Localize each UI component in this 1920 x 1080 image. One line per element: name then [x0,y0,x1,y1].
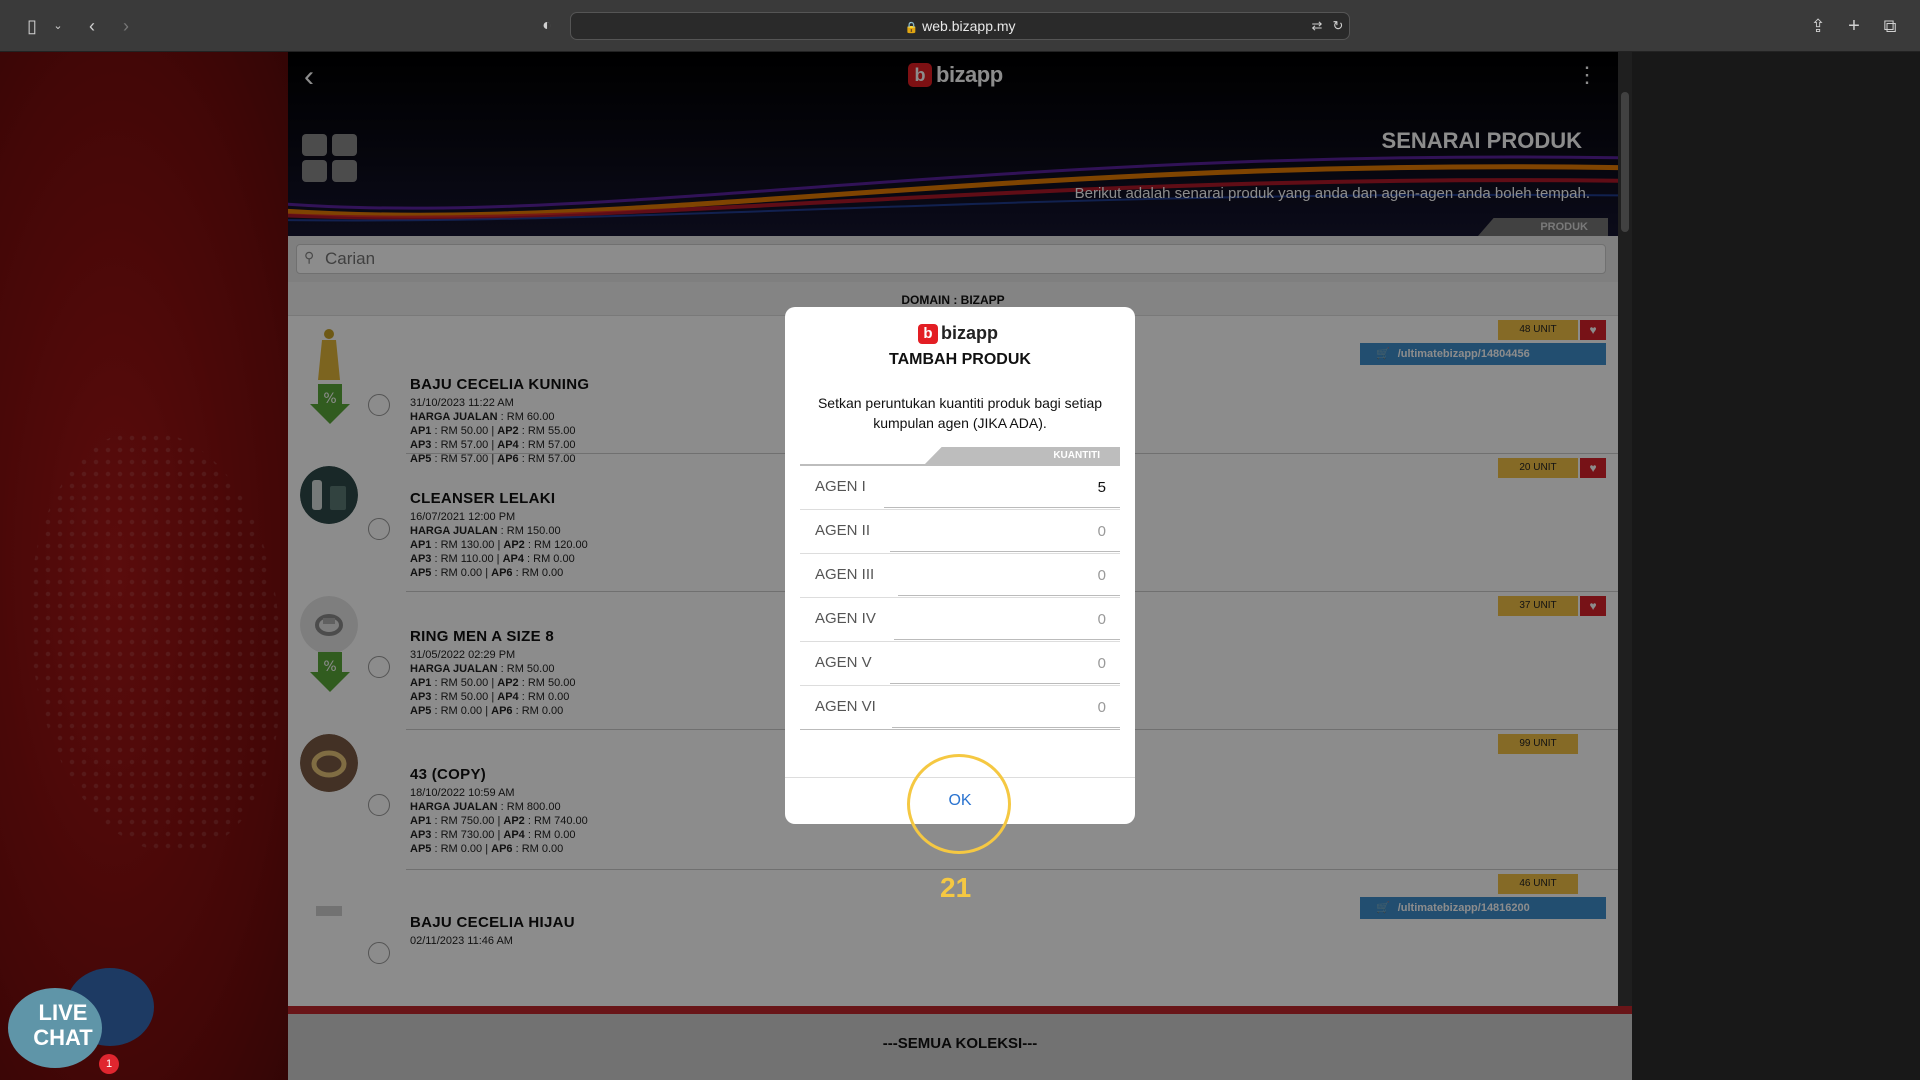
modal-description: Setkan peruntukan kuantiti produk bagi s… [817,395,1103,431]
reload-icon[interactable]: ↻ [1326,14,1350,38]
forward-icon[interactable]: › [114,14,138,38]
agent-row: AGEN IV [800,598,1120,642]
agent-row: AGEN VI [800,686,1120,730]
new-tab-icon[interactable]: + [1842,14,1866,38]
agent-label: AGEN II [815,522,871,539]
url-bar[interactable]: 🔒 web.bizapp.my [570,12,1350,40]
back-icon[interactable]: ‹ [80,14,104,38]
agent-quantity-input[interactable] [894,600,1120,640]
tutorial-highlight-ring [907,754,1011,854]
agent-quantity-input[interactable] [890,512,1120,552]
tabs-overview-icon[interactable]: ⧉ [1878,14,1902,38]
agent-row: AGEN V [800,642,1120,686]
tutorial-step-number: 21 [940,872,972,903]
agent-label: AGEN I [815,478,866,495]
modal-logo-text: bizapp [941,323,998,343]
live-chat-button[interactable]: LIVE CHAT 1 [8,968,154,1076]
chevron-down-icon[interactable]: ⌄ [46,14,70,38]
modal-logo: b bizapp [918,323,998,344]
agent-label: AGEN V [815,654,872,671]
agent-label: AGEN III [815,566,875,583]
browser-toolbar: ▯ ⌄ ‹ › ◐ 🔒 web.bizapp.my ⇄ ↻ ⇪ + ⧉ [0,0,1920,52]
add-product-dialog: b bizapp TAMBAH PRODUK Setkan peruntukan… [785,307,1135,824]
agent-row: AGEN III [800,554,1120,598]
notification-badge: 1 [99,1054,119,1074]
agent-quantity-input[interactable] [898,556,1120,596]
agent-row: AGEN I [800,466,1120,510]
lock-icon: 🔒 [904,22,919,34]
agent-quantity-input[interactable] [890,644,1120,684]
modal-title: TAMBAH PRODUK [889,351,1031,368]
agent-label: AGEN VI [815,698,876,715]
shield-icon[interactable]: ◐ [535,14,559,38]
quantity-column-header: KUANTITI [924,447,1120,465]
agent-label: AGEN IV [815,610,876,627]
sidebar-toggle-icon[interactable]: ▯ [20,14,44,38]
url-text: web.bizapp.my [922,18,1016,34]
agent-quantity-input[interactable] [892,688,1120,728]
agent-row: AGEN II [800,510,1120,554]
bizapp-logo-mark: b [918,323,938,344]
agent-quantity-input[interactable] [884,468,1120,508]
live-chat-label: LIVE CHAT [33,1000,93,1050]
share-icon[interactable]: ⇪ [1806,14,1830,38]
